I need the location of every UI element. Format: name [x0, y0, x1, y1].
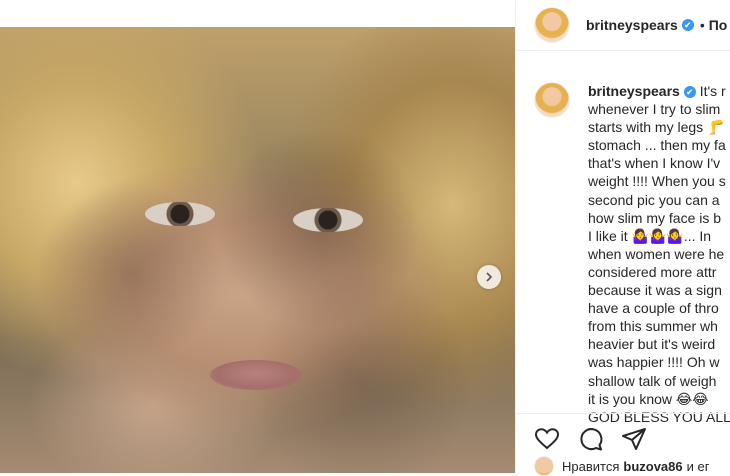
- post-header: britneyspears ✔ • По: [516, 0, 730, 51]
- next-photo-button[interactable]: [477, 265, 501, 289]
- header-username[interactable]: britneyspears: [586, 17, 678, 33]
- caption-line: how slim my face is b: [588, 209, 722, 226]
- photo-lips: [210, 360, 302, 390]
- header-separator: •: [699, 17, 705, 33]
- photo-shadows: [0, 27, 515, 473]
- post-photo[interactable]: [0, 27, 515, 473]
- follow-button[interactable]: По: [709, 17, 728, 33]
- caption-line: britneyspears ✔ It's r: [588, 83, 726, 99]
- photo-eye-left: [145, 202, 215, 226]
- caption-line: second pic you can a: [588, 191, 720, 208]
- caption-line: starts with my legs 🦵: [588, 119, 725, 136]
- caption-line: when women were he: [588, 245, 725, 262]
- caption-text: britneyspears ✔ It's r whenever I try to …: [588, 82, 730, 426]
- caption-line: considered more attr: [588, 263, 717, 280]
- share-icon[interactable]: [621, 426, 647, 452]
- likes-line: Нравится buzova86 и ег: [534, 456, 709, 476]
- caption-avatar[interactable]: [534, 82, 570, 118]
- caption-line: weight !!!! When you s: [588, 173, 726, 190]
- likes-suffix[interactable]: и ег: [687, 459, 710, 474]
- caption-line: from this summer wh: [588, 318, 718, 335]
- caption-line: whenever I try to slim: [588, 101, 721, 118]
- caption-line: have a couple of thro: [588, 300, 719, 317]
- liker-username[interactable]: buzova86: [623, 459, 682, 474]
- caption-line: I like it 🤷‍♀️🤷‍♀️🤷‍♀️... In: [588, 227, 712, 244]
- likes-prefix: Нравится: [562, 458, 620, 474]
- photo-eye-right: [293, 208, 363, 232]
- caption-line: stomach ... then my fa: [588, 137, 726, 154]
- heart-icon[interactable]: [534, 426, 560, 452]
- verified-badge-icon: ✔: [683, 86, 696, 98]
- liker-avatar[interactable]: [534, 456, 554, 476]
- verified-badge-icon: ✔: [681, 19, 694, 31]
- caption-line: was happier !!!! Oh w: [588, 354, 720, 371]
- avatar[interactable]: [534, 7, 570, 43]
- caption-username[interactable]: britneyspears: [588, 83, 680, 99]
- caption-line: because it was a sign: [588, 282, 722, 299]
- caption-line: that's when I know I'v: [588, 155, 721, 172]
- caption-line: shallow talk of weigh: [588, 372, 717, 389]
- comment-icon[interactable]: [578, 426, 604, 452]
- caption-line: heavier but it's weird: [588, 336, 716, 353]
- chevron-right-icon: [486, 272, 493, 282]
- post-side-panel: britneyspears ✔ • По britneyspears ✔ It's…: [515, 0, 730, 476]
- caption-line: it is you know 😂😂: [588, 390, 709, 407]
